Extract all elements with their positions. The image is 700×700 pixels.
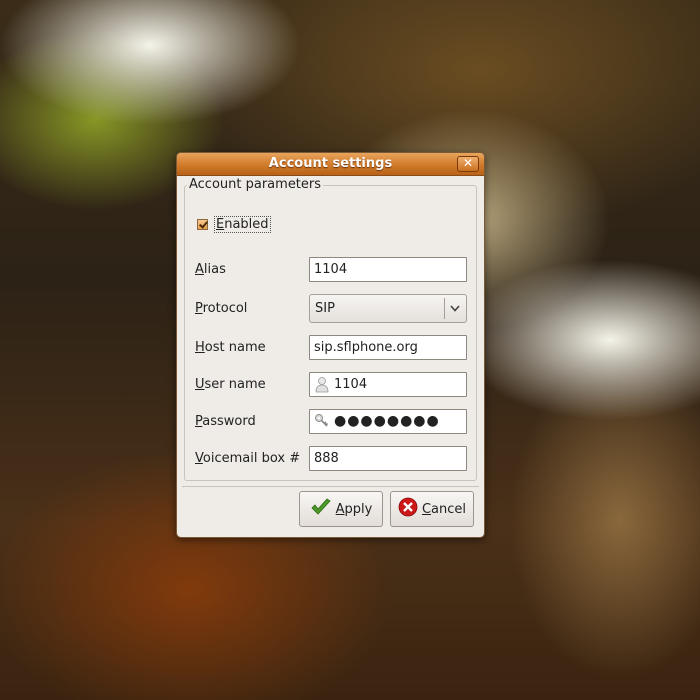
apply-button[interactable]: Apply xyxy=(299,491,383,527)
protocol-select[interactable]: SIP xyxy=(309,294,467,323)
button-area-divider xyxy=(182,486,479,487)
check-icon xyxy=(310,498,332,520)
window-title: Account settings xyxy=(268,156,393,171)
alias-label: Alias xyxy=(195,262,226,277)
password-input[interactable]: ●●●●●●●● xyxy=(309,409,467,434)
alias-input[interactable]: 1104 xyxy=(309,257,467,282)
account-settings-dialog: Account settings ✕ Account parameters En… xyxy=(176,152,485,538)
key-icon xyxy=(314,413,330,430)
host-name-label: Host name xyxy=(195,340,266,355)
cancel-icon xyxy=(398,497,418,521)
enabled-checkbox[interactable] xyxy=(197,219,208,230)
voicemail-label: Voicemail box # xyxy=(195,451,301,466)
user-name-value: 1104 xyxy=(334,377,368,392)
protocol-value: SIP xyxy=(315,301,335,316)
password-label: Password xyxy=(195,414,256,429)
close-icon: ✕ xyxy=(462,156,474,170)
host-name-input[interactable]: sip.sflphone.org xyxy=(309,335,467,360)
cancel-label: Cancel xyxy=(421,501,467,517)
chevron-down-icon xyxy=(449,295,461,332)
enabled-label[interactable]: Enabled xyxy=(214,216,271,233)
close-button[interactable]: ✕ xyxy=(457,156,479,172)
protocol-label: Protocol xyxy=(195,301,248,316)
apply-label: Apply xyxy=(335,501,373,517)
combo-separator xyxy=(444,298,445,319)
frame-label: Account parameters xyxy=(187,177,324,192)
user-icon xyxy=(314,376,330,393)
voicemail-input[interactable]: 888 xyxy=(309,446,467,471)
enabled-checkbox-row[interactable]: Enabled xyxy=(197,216,271,233)
user-name-label: User name xyxy=(195,377,266,392)
title-bar[interactable]: Account settings ✕ xyxy=(177,153,484,176)
user-name-input[interactable]: 1104 xyxy=(309,372,467,397)
password-value: ●●●●●●●● xyxy=(334,413,440,429)
cancel-button[interactable]: Cancel xyxy=(390,491,474,527)
